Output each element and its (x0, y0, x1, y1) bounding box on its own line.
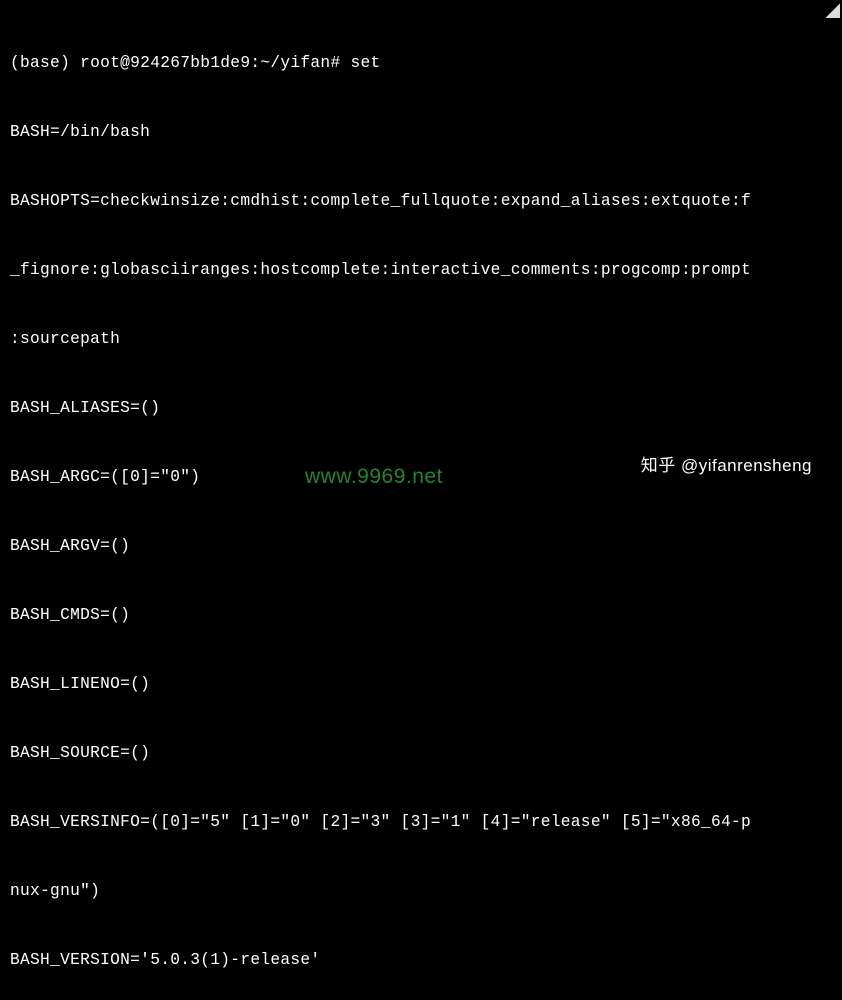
output-line: BASH_ALIASES=() (10, 397, 842, 420)
watermark-site: www.9969.net (305, 462, 443, 492)
page-curl-icon (824, 2, 840, 18)
terminal-window[interactable]: (base) root@924267bb1de9:~/yifan# set BA… (0, 0, 842, 1000)
shell-prompt: (base) root@924267bb1de9:~/yifan# (10, 54, 350, 72)
output-line: nux-gnu") (10, 880, 842, 903)
output-line: BASH_VERSINFO=([0]="5" [1]="0" [2]="3" [… (10, 811, 842, 834)
prompt-line: (base) root@924267bb1de9:~/yifan# set (10, 52, 842, 75)
output-line: _fignore:globasciiranges:hostcomplete:in… (10, 259, 842, 282)
output-line: BASH=/bin/bash (10, 121, 842, 144)
output-line: BASH_ARGV=() (10, 535, 842, 558)
output-line: BASH_CMDS=() (10, 604, 842, 627)
output-line: BASH_SOURCE=() (10, 742, 842, 765)
shell-command: set (350, 54, 380, 72)
output-line: BASHOPTS=checkwinsize:cmdhist:complete_f… (10, 190, 842, 213)
output-line: BASH_VERSION='5.0.3(1)-release' (10, 949, 842, 972)
output-line: :sourcepath (10, 328, 842, 351)
output-line: BASH_LINENO=() (10, 673, 842, 696)
watermark-zhihu: 知乎 @yifanrensheng (641, 454, 812, 478)
